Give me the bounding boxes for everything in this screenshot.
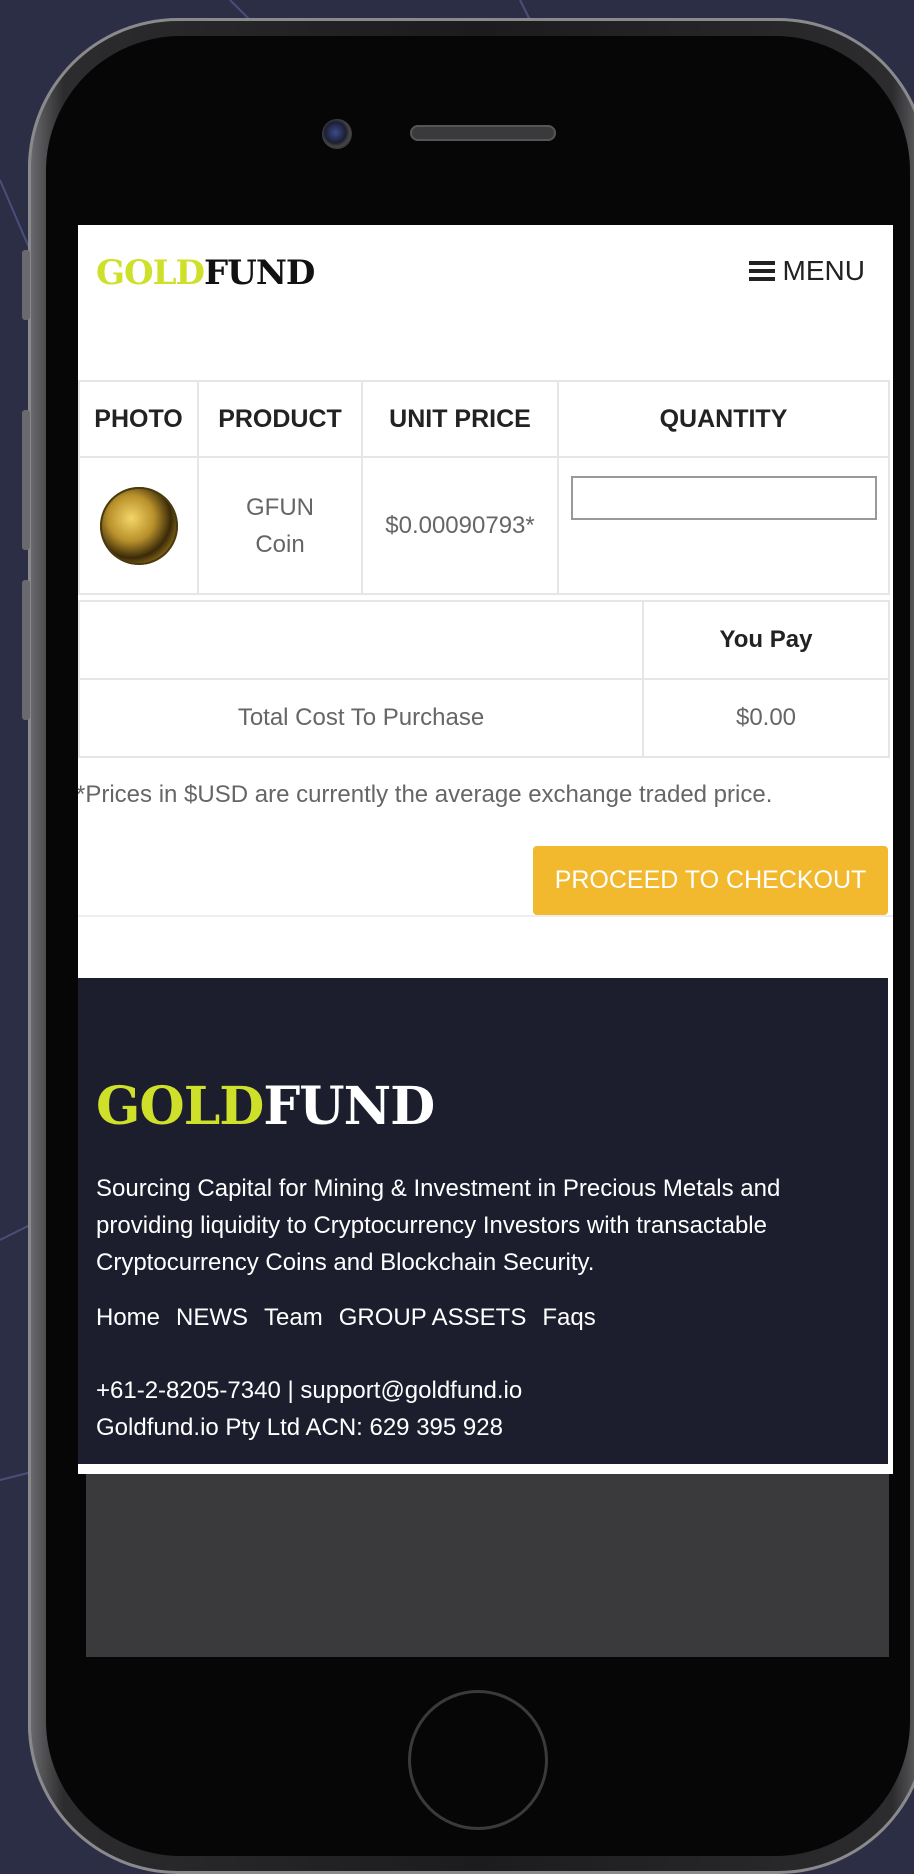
product-cell: GFUN Coin — [197, 456, 363, 595]
coin-image — [99, 486, 178, 565]
hamburger-icon — [748, 261, 775, 281]
footer-link-news[interactable]: NEWS — [176, 1304, 248, 1332]
menu-button[interactable]: MENU — [748, 255, 865, 287]
logo-gold-text: GOLD — [96, 253, 205, 293]
product-name-line2: Coin — [255, 530, 305, 558]
totals-header-row: You Pay — [78, 600, 890, 680]
phone-screen: GOLDFUND MENU PHOTO PRODUCT UNIT PRICE Q… — [78, 225, 893, 1474]
price-footnote: *Prices in $USD are currently the averag… — [78, 781, 773, 808]
col-unit-price: UNIT PRICE — [361, 380, 559, 458]
footer-logo-gold-text: GOLD — [96, 1076, 264, 1137]
logo-fund-text: FUND — [204, 253, 315, 293]
volume-up-button — [22, 410, 30, 550]
unit-price-cell: $0.00090793* — [361, 456, 559, 595]
volume-down-button — [22, 580, 30, 720]
product-name-line1: GFUN — [246, 493, 314, 521]
footer-contact: +61-2-8205-7340 | support@goldfund.io Go… — [96, 1372, 522, 1446]
footer-logo[interactable]: GOLDFUND — [96, 1076, 435, 1137]
menu-label: MENU — [782, 255, 865, 286]
col-product: PRODUCT — [197, 380, 363, 458]
quantity-cell — [557, 456, 890, 595]
mute-switch — [22, 250, 30, 320]
footer-link-faqs[interactable]: Faqs — [542, 1304, 595, 1332]
totals-empty-cell — [78, 600, 644, 680]
cart-table: PHOTO PRODUCT UNIT PRICE QUANTITY GFUN C… — [78, 380, 890, 595]
screen-empty-area — [86, 1474, 889, 1657]
speaker-grille — [410, 125, 556, 141]
cart-header-row: PHOTO PRODUCT UNIT PRICE QUANTITY — [78, 380, 890, 458]
you-pay-header: You Pay — [642, 600, 890, 680]
table-row: GFUN Coin $0.00090793* — [78, 456, 890, 595]
contact-phone-email: +61-2-8205-7340 | support@goldfund.io — [96, 1377, 523, 1404]
proceed-to-checkout-button[interactable]: PROCEED TO CHECKOUT — [533, 846, 888, 915]
footer-description: Sourcing Capital for Mining & Investment… — [96, 1175, 781, 1276]
header-logo[interactable]: GOLDFUND — [96, 253, 315, 293]
company-info: Goldfund.io Pty Ltd ACN: 629 395 928 — [96, 1414, 503, 1441]
site-footer: GOLDFUND Sourcing Capital for Mining & I… — [78, 978, 888, 1464]
col-quantity: QUANTITY — [557, 380, 890, 458]
camera-icon — [322, 119, 352, 149]
col-photo: PHOTO — [78, 380, 199, 458]
footer-link-home[interactable]: Home — [96, 1304, 160, 1332]
footer-link-team[interactable]: Team — [264, 1304, 323, 1332]
footer-link-group-assets[interactable]: GROUP ASSETS — [339, 1304, 527, 1332]
divider — [78, 915, 893, 917]
site-header: GOLDFUND MENU — [78, 225, 893, 375]
photo-cell — [78, 456, 199, 595]
footer-nav: Home NEWS Team GROUP ASSETS Faqs — [96, 1304, 596, 1332]
totals-row: Total Cost To Purchase $0.00 — [78, 678, 890, 758]
footer-logo-fund-text: FUND — [263, 1076, 435, 1137]
total-cost-label: Total Cost To Purchase — [78, 678, 644, 758]
total-cost-value: $0.00 — [642, 678, 890, 758]
quantity-input[interactable] — [570, 476, 877, 520]
totals-table: You Pay Total Cost To Purchase $0.00 — [78, 600, 890, 758]
home-button[interactable] — [408, 1690, 548, 1830]
